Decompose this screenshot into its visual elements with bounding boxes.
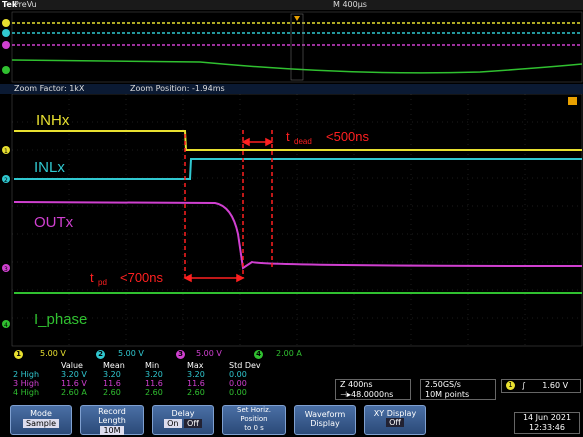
ch2-badge[interactable]: 2: [96, 350, 105, 359]
tpd-subscript: pd: [98, 278, 107, 287]
overview-ch-markers: [2, 19, 10, 74]
delay-off: Off: [184, 419, 202, 428]
ch1-marker: 1: [4, 148, 8, 155]
tpd-value: <700ns: [120, 270, 164, 285]
trigger-level: 1.60 V: [542, 381, 569, 390]
label-outx: OUTx: [34, 214, 74, 231]
waveform-display-button[interactable]: Waveform Display: [294, 405, 356, 435]
mode-value: Sample: [23, 419, 59, 428]
trigger-channel-badge: 1: [506, 381, 515, 390]
tpd-label: t: [90, 270, 94, 285]
zoom-position: Zoom Position: -1.94ms: [130, 84, 225, 93]
sample-rate: 2.50GS/s: [425, 380, 461, 389]
date-time-readout: 14 Jun 2021 12:33:46: [514, 412, 580, 434]
header-min: Min: [145, 361, 160, 370]
measurement-row-ch3[interactable]: 3 High 11.6 V 11.6 11.6 11.6 0.00: [10, 379, 268, 388]
ch1-scale: 5.00 V: [40, 349, 66, 358]
header-stddev: Std Dev: [229, 361, 261, 370]
ch3-badge[interactable]: 3: [176, 350, 185, 359]
xy-display-button[interactable]: XY Display Off: [364, 405, 426, 435]
date: 14 Jun 2021: [522, 413, 572, 422]
tdead-label: t: [286, 129, 290, 144]
delay-on: On: [164, 419, 182, 428]
acquisition-mode: PreVu: [14, 0, 37, 9]
mode-button[interactable]: Mode Sample: [10, 405, 72, 435]
ch3-scale: 5.00 V: [196, 349, 222, 358]
horizontal-position: ⊣▸48.0000ns: [340, 390, 394, 399]
ch4-badge[interactable]: 4: [254, 350, 263, 359]
measurement-header-row: Value Mean Min Max Std Dev: [10, 361, 268, 370]
delay-button[interactable]: Delay On Off: [152, 405, 214, 435]
label-iphase: I_phase: [34, 311, 87, 328]
measurement-row-ch2[interactable]: 2 High 3.20 V 3.20 3.20 3.20 0.00: [10, 370, 268, 379]
tdead-value: <500ns: [326, 129, 370, 144]
timebase-readout: M 400µs: [333, 0, 367, 9]
ch4-scale: 2.00 A: [276, 349, 302, 358]
measurement-table: Value Mean Min Max Std Dev 2 High 3.20 V…: [10, 361, 328, 405]
ch3-marker: 3: [4, 266, 8, 273]
ch1-badge[interactable]: 1: [14, 350, 23, 359]
top-status-bar: Tek PreVu M 400µs: [0, 0, 583, 10]
xy-display-value: Off: [386, 418, 404, 427]
time: 12:33:46: [529, 423, 565, 432]
header-value: Value: [61, 361, 83, 370]
ch2-scale: 5.00 V: [118, 349, 144, 358]
label-inhx: INHx: [36, 112, 70, 129]
zoom-graticule: 1 2 3 4 INHx INLx OUTx I_phase t dead <5…: [2, 94, 583, 347]
set-horiz-position-button[interactable]: Set Horiz. Position to 0 s: [222, 405, 286, 435]
record-points: 10M points: [425, 390, 470, 399]
channel-scale-bar: 1 5.00 V 2 5.00 V 3 5.00 V 4 2.00 A: [0, 347, 583, 361]
tdead-subscript: dead: [294, 137, 312, 146]
bottom-menu-bar: Mode Sample Record Length 10M Delay On O…: [0, 405, 583, 437]
overview-waveform-panel: [0, 10, 583, 84]
ch2-marker: 2: [4, 177, 8, 184]
trigger-readout[interactable]: 1 ∫ 1.60 V: [501, 379, 581, 393]
zoom-scale: Z 400ns: [340, 380, 373, 389]
label-inlx: INLx: [34, 159, 65, 176]
trigger-slope-icon: ∫: [521, 381, 526, 390]
ch4-marker: 4: [4, 322, 8, 329]
header-max: Max: [187, 361, 204, 370]
zoom-factor: Zoom Factor: 1kX: [14, 84, 85, 93]
horizontal-readout[interactable]: Z 400ns ⊣▸48.0000ns: [335, 379, 411, 400]
header-mean: Mean: [103, 361, 125, 370]
record-length-value: 10M: [100, 426, 124, 435]
zoom-info-bar: Zoom Factor: 1kX Zoom Position: -1.94ms: [0, 84, 583, 94]
record-length-button[interactable]: Record Length 10M: [80, 405, 144, 435]
trigger-level-marker[interactable]: [568, 97, 577, 105]
measurement-row-ch4[interactable]: 4 High 2.60 A 2.60 2.60 2.60 0.00: [10, 388, 268, 397]
sampling-readout[interactable]: 2.50GS/s 10M points: [420, 379, 496, 400]
